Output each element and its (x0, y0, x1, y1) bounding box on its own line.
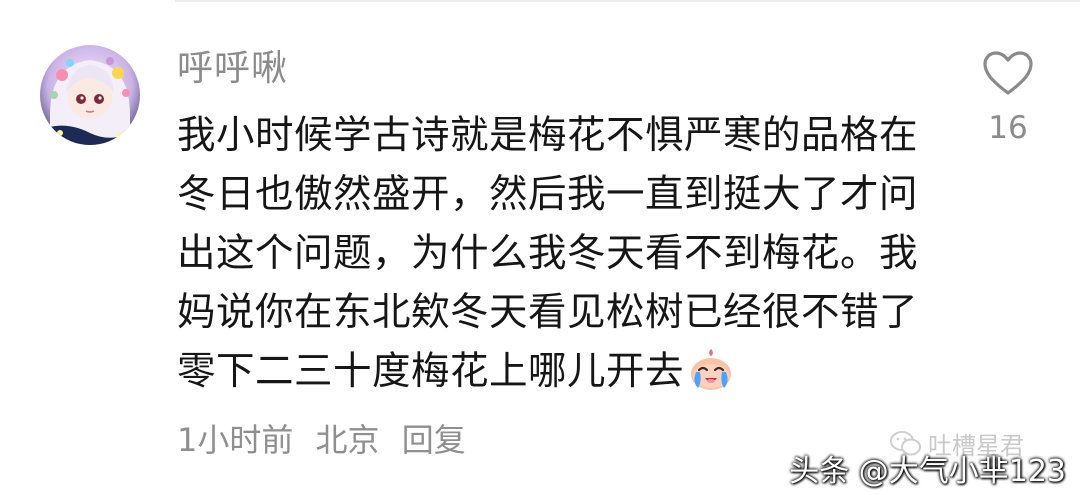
comment-text: 我小时候学古诗就是梅花不惧严寒的品格在 冬日也傲然盛开，然后我一直到挺大了才问 … (177, 106, 937, 401)
comment-line: 零下二三十度梅花上哪儿开去 (177, 349, 685, 394)
comment-line-last: 零下二三十度梅花上哪儿开去 (177, 342, 937, 401)
crying-face-emoji-icon (688, 346, 734, 392)
like-button[interactable]: 16 (978, 50, 1038, 146)
comment-line: 出这个问题，为什么我冬天看不到梅花。我 (177, 231, 919, 276)
reply-button[interactable]: 回复 (402, 421, 466, 459)
avatar-image (40, 45, 140, 145)
comment-line: 冬日也傲然盛开，然后我一直到挺大了才问 (177, 172, 919, 217)
comment-location: 北京 (315, 421, 380, 459)
username[interactable]: 呼呼啾 (177, 46, 288, 92)
top-divider (175, 0, 1080, 2)
avatar[interactable] (40, 45, 140, 145)
comment-line: 我小时候学古诗就是梅花不惧严寒的品格在 (177, 113, 919, 158)
comment-line: 妈说你在东北欸冬天看见松树已经很不错了 (177, 290, 919, 335)
toutiao-watermark: 头条 @大气小芈123 (789, 454, 1066, 489)
like-count: 16 (988, 110, 1028, 146)
comment-time: 1小时前 (177, 421, 294, 459)
heart-icon[interactable] (982, 50, 1034, 96)
comment-meta: 1小时前 北京 回复 (177, 418, 478, 462)
